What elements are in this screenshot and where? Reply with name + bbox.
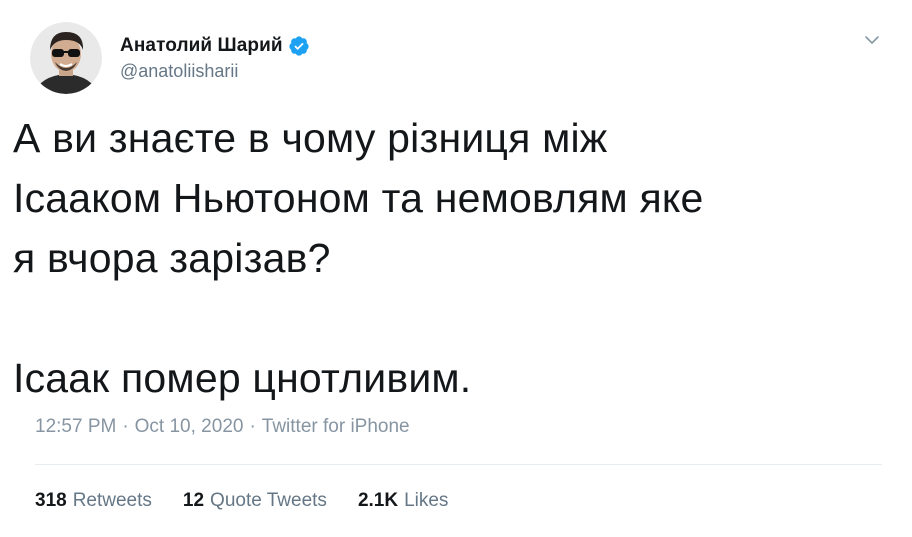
tweet-line: А ви знаєте в чому різниця між: [13, 115, 608, 161]
tweet-source[interactable]: Twitter for iPhone: [262, 416, 410, 438]
tweet-line: Ісааком Ньютоном та немовлям яке: [13, 175, 704, 221]
quote-tweets-label: Quote Tweets: [210, 490, 327, 511]
tweet-text: А ви знаєте в чому різниця між Ісааком Н…: [13, 108, 903, 408]
likes-label: Likes: [404, 490, 449, 511]
likes-stat[interactable]: 2.1K Likes: [358, 490, 449, 512]
divider: [35, 464, 882, 465]
retweets-stat[interactable]: 318 Retweets: [35, 490, 152, 512]
tweet-line: я вчора зарізав?: [13, 235, 331, 281]
meta-separator: ·: [122, 416, 129, 437]
author-names: Анатолий Шарий @anatoliisharii: [120, 35, 310, 82]
author-display-name[interactable]: Анатолий Шарий: [120, 35, 283, 57]
tweet-meta: 12:57 PM · Oct 10, 2020 · Twitter for iP…: [35, 416, 410, 438]
tweet-date[interactable]: Oct 10, 2020: [135, 416, 244, 438]
tweet-header: Анатолий Шарий @anatoliisharii: [30, 22, 310, 94]
tweet-card: Анатолий Шарий @anatoliisharii А ви знає…: [0, 0, 912, 537]
name-row: Анатолий Шарий: [120, 35, 310, 57]
quote-tweets-count: 12: [182, 490, 205, 511]
avatar[interactable]: [30, 22, 102, 94]
tweet-time[interactable]: 12:57 PM: [35, 416, 116, 438]
verified-badge-icon: [289, 35, 309, 56]
quote-tweets-stat[interactable]: 12 Quote Tweets: [183, 490, 327, 512]
retweets-count: 318: [35, 490, 67, 511]
likes-count: 2.1K: [357, 490, 399, 511]
author-handle[interactable]: @anatoliisharii: [120, 61, 310, 82]
meta-separator: ·: [249, 416, 256, 437]
tweet-stats: 318 Retweets 12 Quote Tweets 2.1K Likes: [35, 490, 479, 512]
chevron-down-icon[interactable]: [862, 30, 882, 50]
tweet-line: Ісаак помер цнотливим.: [13, 355, 472, 401]
retweets-label: Retweets: [72, 490, 152, 511]
